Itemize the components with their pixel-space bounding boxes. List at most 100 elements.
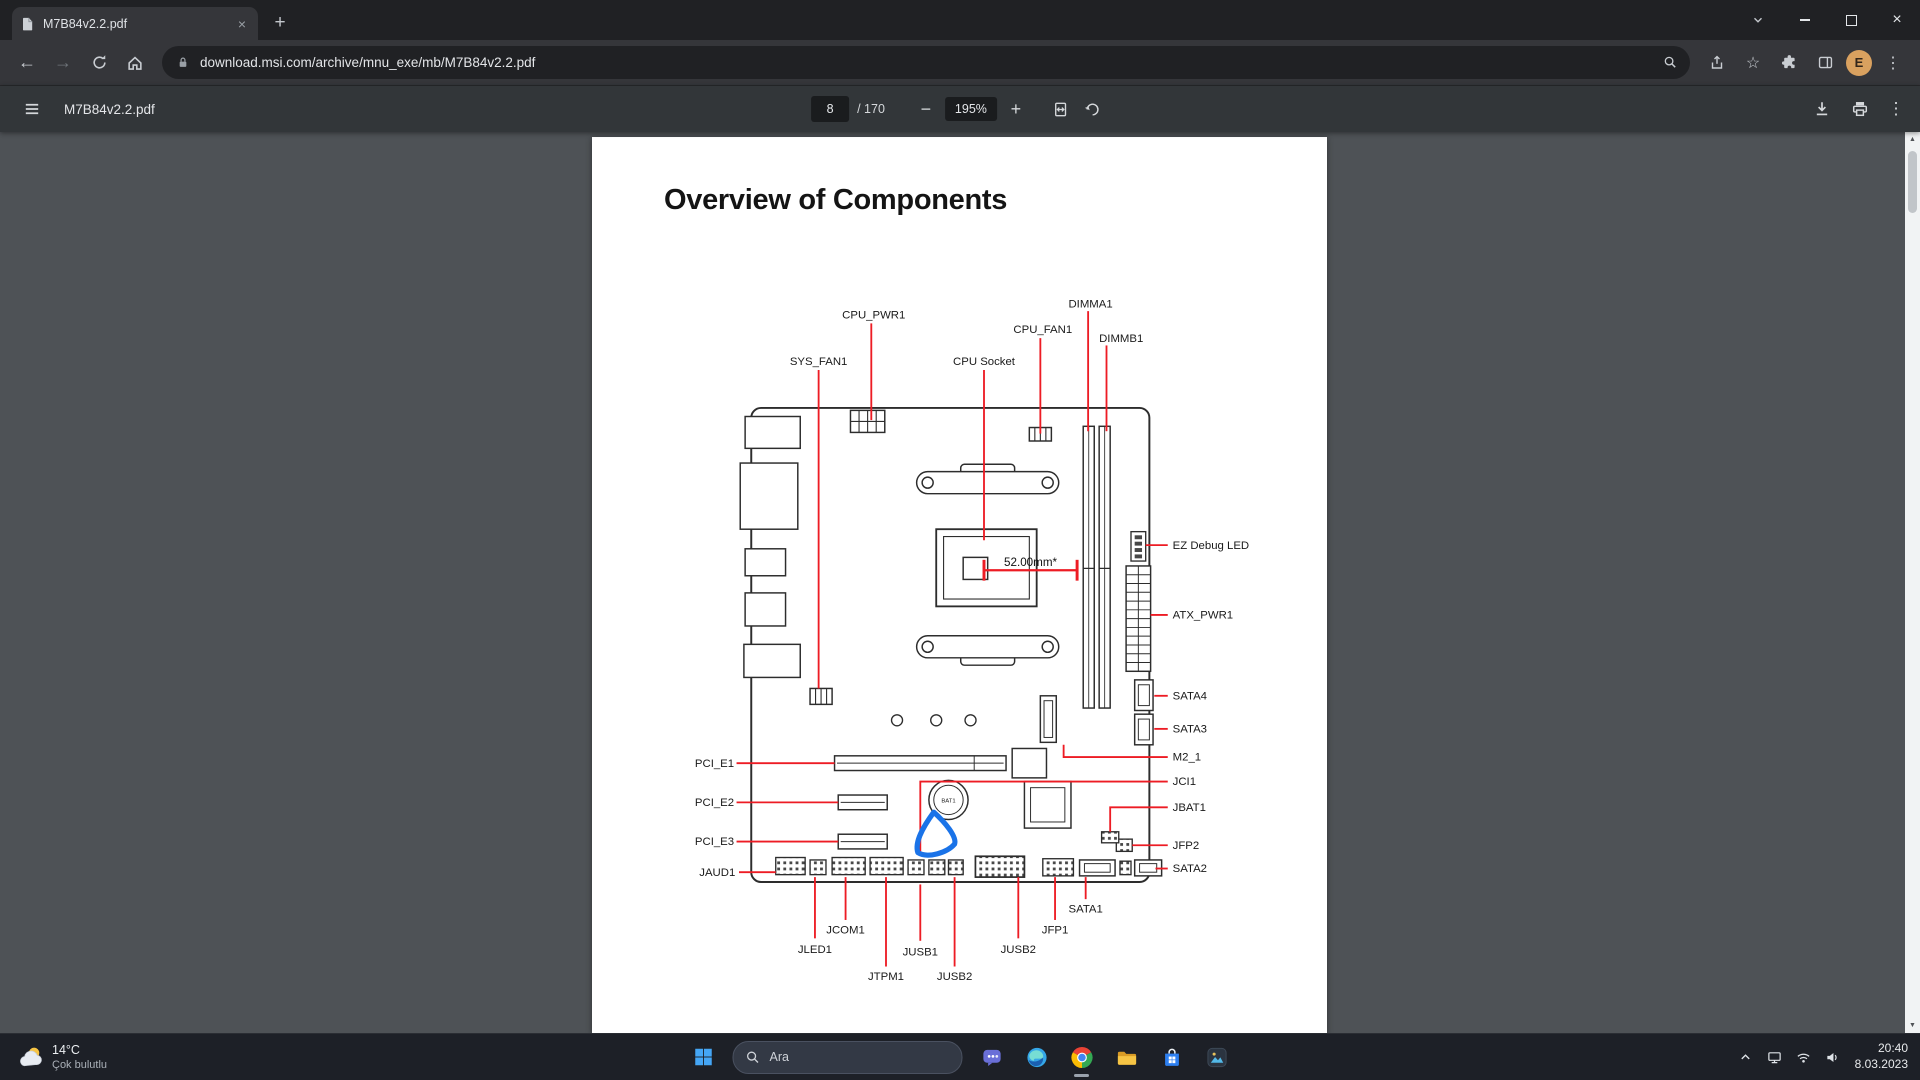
chat-icon: [980, 1046, 1003, 1069]
taskbar-app-button[interactable]: [1197, 1036, 1237, 1078]
clock-time: 20:40: [1855, 1041, 1908, 1057]
zoom-indicator-icon[interactable]: [1656, 49, 1684, 77]
label-jfp1: JFP1: [1042, 924, 1069, 936]
search-text: Ara: [770, 1050, 789, 1064]
pdf-toolbar: M7B84v2.2.pdf / 170 − 195% + ⋮: [0, 86, 1920, 132]
label-jbat1: JBAT1: [1173, 802, 1206, 814]
browser-menu-kebab-button[interactable]: ⋮: [1876, 46, 1910, 80]
search-icon: [746, 1050, 761, 1065]
browser-navbar: ← → download.msi.com/archive/mnu_exe/mb/…: [0, 40, 1920, 86]
window-minimize-button[interactable]: [1782, 0, 1828, 40]
ez-debug-led: [1131, 532, 1146, 561]
window-maximize-button[interactable]: [1828, 0, 1874, 40]
tab-search-chevron-icon[interactable]: [1744, 6, 1772, 34]
active-app-indicator: [1074, 1074, 1089, 1077]
label-cpu-socket: CPU Socket: [953, 356, 1016, 368]
taskbar-chrome-button[interactable]: [1062, 1036, 1102, 1078]
zoom-out-button[interactable]: −: [911, 94, 941, 124]
forward-button[interactable]: →: [46, 46, 80, 80]
label-ez-debug-led: EZ Debug LED: [1173, 540, 1250, 552]
profile-avatar[interactable]: E: [1846, 50, 1872, 76]
label-pci-e3: PCI_E3: [695, 836, 734, 848]
label-jusb2-a: JUSB2: [1001, 944, 1036, 956]
motherboard-diagram: BAT1: [592, 137, 1327, 1033]
url-bar[interactable]: download.msi.com/archive/mnu_exe/mb/M7B8…: [162, 46, 1690, 79]
pdf-menu-hamburger-button[interactable]: [16, 93, 48, 125]
label-jusb1: JUSB1: [903, 946, 938, 958]
back-button[interactable]: ←: [10, 46, 44, 80]
label-jled1: JLED1: [798, 944, 832, 956]
cpu-power-connector: [850, 410, 884, 432]
app-icon: [1205, 1046, 1228, 1069]
lock-icon: [176, 55, 190, 70]
label-sata2: SATA2: [1173, 863, 1207, 875]
extensions-puzzle-button[interactable]: [1772, 46, 1806, 80]
store-icon: [1160, 1046, 1183, 1069]
rotate-page-button[interactable]: [1077, 93, 1109, 125]
home-button[interactable]: [118, 46, 152, 80]
tray-wifi-icon[interactable]: [1791, 1042, 1817, 1072]
label-pci-e1: PCI_E1: [695, 758, 734, 770]
download-button[interactable]: [1806, 93, 1838, 125]
pdf-filename: M7B84v2.2.pdf: [64, 102, 155, 117]
print-button[interactable]: [1844, 93, 1876, 125]
system-tray: 20:40 8.03.2023: [1733, 1034, 1914, 1080]
scroll-down-icon[interactable]: ▼: [1905, 1018, 1920, 1033]
window-close-button[interactable]: ×: [1874, 0, 1920, 40]
windows-logo-icon: [693, 1046, 715, 1068]
reload-button[interactable]: [82, 46, 116, 80]
atx-power-connector: [1126, 566, 1151, 671]
label-cpu-pwr1: CPU_PWR1: [842, 310, 905, 322]
label-jfp2: JFP2: [1173, 840, 1200, 852]
pdf-page: Overview of Components: [592, 137, 1327, 1033]
start-button[interactable]: [684, 1036, 724, 1078]
label-cpu-fan1: CPU_FAN1: [1013, 324, 1072, 336]
taskbar-center: Ara: [684, 1034, 1237, 1080]
label-jcom1: JCOM1: [826, 924, 865, 936]
edge-icon: [1025, 1046, 1048, 1069]
pdf-more-kebab-button[interactable]: ⋮: [1882, 99, 1910, 119]
tray-chevron-up-icon[interactable]: [1733, 1042, 1759, 1072]
zoom-level[interactable]: 195%: [945, 97, 997, 121]
fit-page-button[interactable]: [1045, 93, 1077, 125]
m2-slot-connector: [1040, 696, 1056, 743]
taskbar-store-button[interactable]: [1152, 1036, 1192, 1078]
screen: M7B84v2.2.pdf × + × ← → download.msi.: [0, 0, 1920, 1080]
label-m2-1: M2_1: [1173, 752, 1201, 764]
taskbar-explorer-button[interactable]: [1107, 1036, 1147, 1078]
pdf-scrollbar[interactable]: ▲ ▼: [1905, 132, 1920, 1033]
clock-date: 8.03.2023: [1855, 1057, 1908, 1073]
scroll-up-icon[interactable]: ▲: [1905, 132, 1920, 147]
share-button[interactable]: [1700, 46, 1734, 80]
taskbar-search-box[interactable]: Ara: [733, 1041, 963, 1074]
bookmark-star-button[interactable]: ☆: [1736, 46, 1770, 80]
taskbar-chat-button[interactable]: [972, 1036, 1012, 1078]
window-close-icon: ×: [1892, 12, 1901, 28]
tray-display-icon[interactable]: [1762, 1042, 1788, 1072]
sys-fan-connector: [810, 688, 832, 704]
scrollbar-thumb[interactable]: [1908, 151, 1917, 213]
new-tab-button[interactable]: +: [266, 9, 294, 37]
browser-tab[interactable]: M7B84v2.2.pdf ×: [12, 7, 258, 40]
label-jtpm1: JTPM1: [868, 971, 904, 983]
weather-widget[interactable]: 14°C Çok bulutlu: [8, 1034, 115, 1080]
tray-volume-icon[interactable]: [1820, 1042, 1846, 1072]
label-pci-e2: PCI_E2: [695, 797, 734, 809]
pdf-content-area: Overview of Components: [0, 132, 1920, 1033]
label-sys-fan1: SYS_FAN1: [790, 356, 848, 368]
label-jci1: JCI1: [1173, 776, 1196, 788]
zoom-in-button[interactable]: +: [1001, 94, 1031, 124]
taskbar-clock[interactable]: 20:40 8.03.2023: [1849, 1041, 1914, 1072]
page-total: / 170: [857, 102, 885, 116]
battery-label: BAT1: [941, 798, 955, 804]
side-panel-button[interactable]: [1808, 46, 1842, 80]
label-jusb2-b: JUSB2: [937, 971, 972, 983]
tab-close-icon[interactable]: ×: [234, 16, 250, 32]
pdf-favicon-icon: [20, 16, 35, 32]
folder-icon: [1115, 1046, 1138, 1069]
taskbar-edge-button[interactable]: [1017, 1036, 1057, 1078]
label-sata1: SATA1: [1068, 904, 1102, 916]
taskbar: 14°C Çok bulutlu Ara: [0, 1033, 1920, 1080]
page-number-input[interactable]: [811, 96, 849, 122]
label-dimma1: DIMMA1: [1068, 298, 1112, 310]
